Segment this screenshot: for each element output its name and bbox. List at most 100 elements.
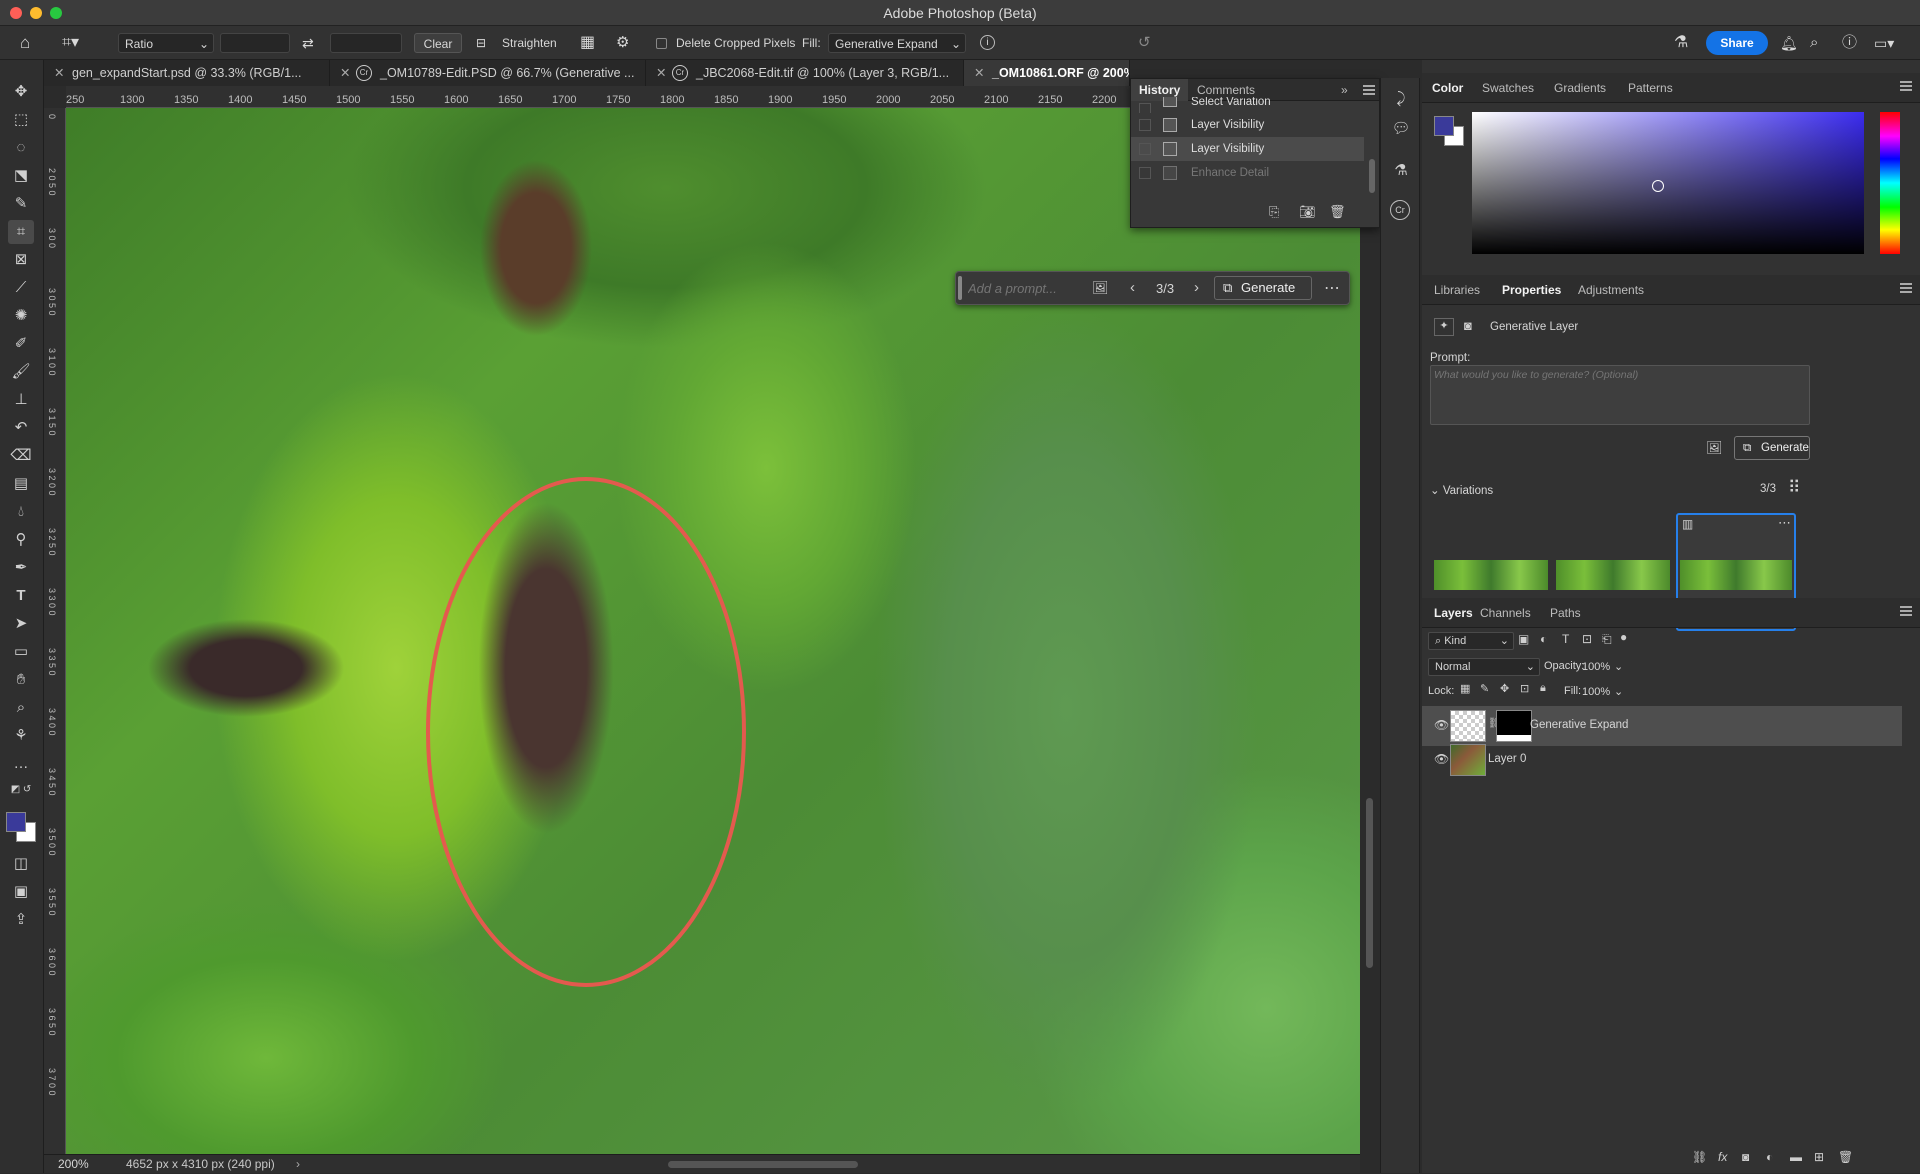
marquee-tool-icon[interactable]: ⬚	[8, 108, 34, 132]
prompt-input[interactable]	[968, 277, 1086, 299]
layer-row-layer-0[interactable]: 👁︎ Layer 0	[1422, 740, 1902, 780]
swap-icon[interactable]: ⇄	[302, 33, 314, 53]
minimize-window-button[interactable]	[30, 7, 42, 19]
link-layers-icon[interactable]: ⛓︎	[1692, 1150, 1707, 1164]
search-icon[interactable]: ⌕	[1810, 33, 1818, 53]
layer-filter-kind-dropdown[interactable]: ⌕ Kind ⌄	[1428, 632, 1514, 650]
layer-mask-thumbnail[interactable]	[1496, 710, 1532, 742]
fill-field[interactable]: 100% ⌄	[1582, 683, 1626, 701]
straighten-button[interactable]: Straighten	[502, 33, 557, 53]
beta-flask-icon[interactable]: ⚗	[1674, 33, 1688, 53]
color-picker-field[interactable]	[1472, 112, 1864, 254]
tab-gen-expand-start[interactable]: ✕ gen_expandStart.psd @ 33.3% (RGB/1...	[44, 60, 330, 86]
camera-raw-panel-icon[interactable]: Cr	[1390, 200, 1410, 220]
close-tab-icon[interactable]: ✕	[974, 60, 984, 86]
lock-pixels-icon[interactable]: ✎	[1480, 682, 1489, 695]
history-item[interactable]: Layer Visibility	[1131, 113, 1364, 137]
clone-stamp-tool-icon[interactable]: ⊥	[8, 388, 34, 412]
prompt-textarea[interactable]	[1430, 365, 1810, 425]
lock-artboard-icon[interactable]: ⊡	[1520, 682, 1529, 695]
quick-select-tool-icon[interactable]: ✎	[8, 192, 34, 216]
quick-mask-icon[interactable]: ◫	[8, 852, 34, 876]
previous-variation-button[interactable]: ‹	[1130, 279, 1135, 296]
tab-layers[interactable]: Layers	[1434, 598, 1473, 628]
filter-pixel-icon[interactable]: ▣	[1518, 632, 1529, 646]
layer-style-icon[interactable]: fx	[1718, 1150, 1727, 1164]
move-tool-icon[interactable]: ✥	[8, 80, 34, 104]
variation-thumbnail-2[interactable]	[1556, 560, 1670, 590]
tab-om10789[interactable]: ✕ Cr _OM10789-Edit.PSD @ 66.7% (Generative…	[330, 60, 646, 86]
crop-tool-icon[interactable]: ⌗	[8, 220, 34, 244]
panel-menu-icon[interactable]	[1900, 81, 1912, 91]
close-tab-icon[interactable]: ✕	[340, 60, 350, 86]
zoom-level[interactable]: 200%	[58, 1155, 89, 1174]
document-canvas[interactable]	[66, 108, 1360, 1154]
reset-icon[interactable]: ↺	[1138, 33, 1151, 53]
filter-type-icon[interactable]: T	[1562, 632, 1569, 646]
grid-view-icon[interactable]: ⠿	[1788, 478, 1800, 498]
horizontal-scrollbar[interactable]	[668, 1161, 858, 1168]
tab-channels[interactable]: Channels	[1480, 598, 1531, 628]
new-layer-icon[interactable]: ⊞	[1814, 1150, 1824, 1164]
history-item[interactable]: Select Variation	[1131, 97, 1364, 113]
close-window-button[interactable]	[10, 7, 22, 19]
variation-info-icon[interactable]: ▥	[1682, 517, 1693, 531]
zoom-tool-icon[interactable]: ⌕	[8, 696, 34, 720]
eyedropper-tool-icon[interactable]: ⟋	[8, 276, 34, 300]
path-select-tool-icon[interactable]: ➤	[8, 612, 34, 636]
variation-thumbnail-3[interactable]	[1680, 560, 1792, 590]
default-colors-icon[interactable]: ◩ ↺	[8, 778, 34, 802]
panel-menu-icon[interactable]	[1900, 606, 1912, 616]
delete-cropped-checkbox[interactable]	[656, 38, 667, 49]
crop-tool-preset-icon[interactable]: ⌗▾	[62, 33, 79, 53]
pen-tool-icon[interactable]: ✒	[8, 556, 34, 580]
variations-toggle[interactable]: ⌄ Variations	[1430, 483, 1493, 497]
object-select-tool-icon[interactable]: ⬔	[8, 164, 34, 188]
filter-smart-object-icon[interactable]: ⎗	[1602, 632, 1612, 647]
lasso-tool-icon[interactable]: ◌	[8, 136, 34, 160]
blend-mode-dropdown[interactable]: Normal ⌄	[1428, 658, 1540, 676]
spot-healing-tool-icon[interactable]: ✺	[8, 304, 34, 328]
adjustment-layer-icon[interactable]: ◐	[1766, 1150, 1773, 1164]
frame-tool-icon[interactable]: ⊠	[8, 248, 34, 272]
grid-overlay-icon[interactable]: ▦	[580, 33, 595, 53]
mask-icon[interactable]: ◙	[1464, 318, 1472, 333]
eye-icon[interactable]: 👁︎	[1434, 752, 1449, 766]
layer-name[interactable]: Generative Expand	[1530, 719, 1628, 731]
delete-layer-icon[interactable]: 🗑︎	[1838, 1150, 1853, 1164]
gear-icon[interactable]: ⚙	[616, 33, 629, 53]
screen-mode-icon[interactable]: ▣	[8, 880, 34, 904]
fill-dropdown[interactable]: Generative Expand ⌄	[828, 33, 966, 53]
generate-button[interactable]: ⧉ Generate	[1214, 276, 1312, 300]
brush-tool-icon[interactable]: 🖌︎	[8, 360, 34, 384]
remove-tool-icon[interactable]: ✐	[8, 332, 34, 356]
history-scrollbar[interactable]	[1369, 159, 1375, 193]
reference-image-icon[interactable]: 🖼︎	[1092, 280, 1109, 296]
opacity-field[interactable]: 100% ⌄	[1582, 658, 1626, 676]
history-panel-icon[interactable]: ⤸	[1390, 88, 1412, 110]
hue-slider[interactable]	[1880, 112, 1900, 254]
lock-position-icon[interactable]: ✥	[1500, 682, 1509, 695]
zoom-window-button[interactable]	[50, 7, 62, 19]
foreground-color-swatch[interactable]	[6, 812, 26, 832]
new-group-icon[interactable]: ▬	[1790, 1150, 1802, 1164]
tab-libraries[interactable]: Libraries	[1434, 275, 1480, 305]
beta-feature-icon[interactable]: ⚗	[1390, 160, 1412, 182]
bell-icon[interactable]: 🔔︎	[1780, 33, 1798, 53]
tab-jbc2068[interactable]: ✕ Cr _JBC2068-Edit.tif @ 100% (Layer 3, RG…	[646, 60, 964, 86]
home-icon[interactable]: ⌂	[20, 33, 30, 53]
tab-properties[interactable]: Properties	[1502, 275, 1561, 305]
tab-om10861[interactable]: ✕ _OM10861.ORF @ 200%	[964, 60, 1130, 86]
properties-generate-button[interactable]: ⧉ Generate	[1734, 436, 1810, 460]
panel-menu-icon[interactable]	[1900, 283, 1912, 293]
type-tool-icon[interactable]: T	[8, 584, 34, 608]
filter-toggle-icon[interactable]: ●	[1620, 630, 1627, 644]
tab-patterns[interactable]: Patterns	[1628, 73, 1673, 103]
blur-tool-icon[interactable]: 💧︎	[8, 500, 34, 524]
tab-paths[interactable]: Paths	[1550, 598, 1581, 628]
close-tab-icon[interactable]: ✕	[656, 60, 666, 86]
help-icon[interactable]: ⓘ	[1842, 33, 1857, 53]
filter-adjustment-icon[interactable]: ◐	[1540, 632, 1547, 646]
tab-color[interactable]: Color	[1432, 73, 1463, 103]
clear-button[interactable]: Clear	[414, 33, 462, 53]
